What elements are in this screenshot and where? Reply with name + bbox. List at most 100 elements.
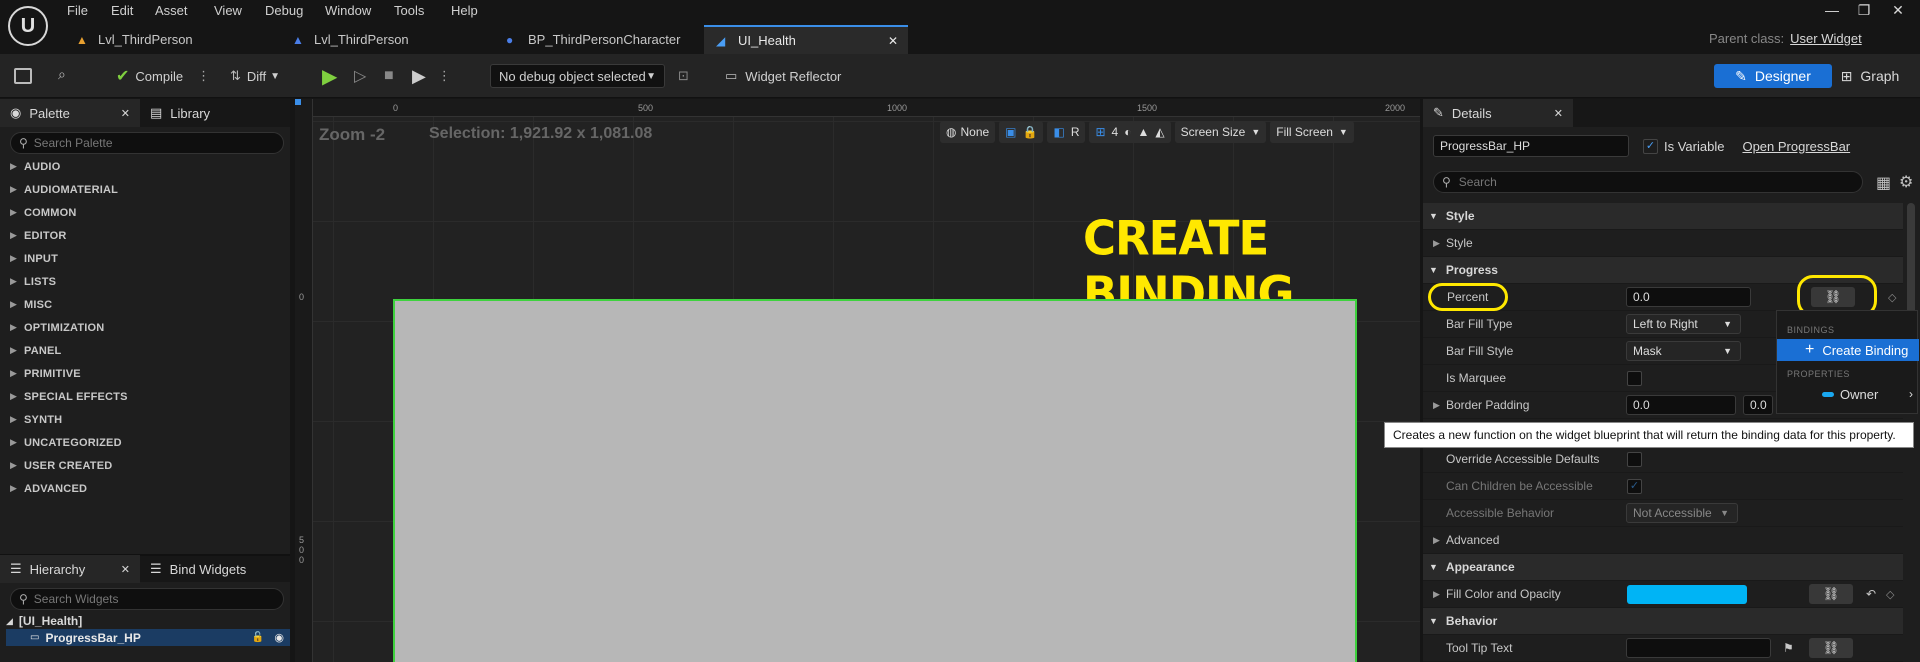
flag-icon[interactable]: ⚑ <box>1783 641 1794 655</box>
gear-icon[interactable]: ⚙ <box>1899 172 1913 192</box>
tab-ui-health[interactable]: ◢ UI_Health ✕ <box>704 25 908 54</box>
prop-advanced[interactable]: ▶ Advanced <box>1423 527 1903 554</box>
close-icon[interactable]: ✕ <box>1554 107 1563 120</box>
menu-debug[interactable]: Debug <box>265 3 303 21</box>
tab-details[interactable]: ✎ Details ✕ <box>1423 99 1573 127</box>
category-input[interactable]: ▶ INPUT <box>0 247 290 270</box>
menu-edit[interactable]: Edit <box>111 3 133 21</box>
palette-search-input[interactable]: ⚲ Search Palette <box>10 132 284 154</box>
category-lists[interactable]: ▶ LISTS <box>0 270 290 293</box>
progressbar-preview[interactable] <box>393 299 1357 662</box>
widget-reflector-button[interactable]: ▭ Widget Reflector <box>725 64 841 88</box>
tab-bind-widgets[interactable]: ☰ Bind Widgets <box>140 555 290 583</box>
override-accessible-checkbox[interactable] <box>1627 451 1642 467</box>
close-window-icon[interactable]: ✕ <box>1884 2 1912 22</box>
close-icon[interactable]: ✕ <box>121 563 130 576</box>
open-progressbar-link[interactable]: Open ProgressBar <box>1742 139 1850 154</box>
lock-icon[interactable]: 🔓 <box>252 632 264 643</box>
category-uncategorized[interactable]: ▶ UNCATEGORIZED <box>0 431 290 454</box>
category-misc[interactable]: ▶ MISC <box>0 293 290 316</box>
restore-icon[interactable]: ❐ <box>1850 2 1878 22</box>
close-icon[interactable]: ✕ <box>121 107 130 120</box>
category-audiomaterial[interactable]: ▶ AUDIOMATERIAL <box>0 178 290 201</box>
simulate-button[interactable]: ▶ ⋮ <box>412 64 451 88</box>
image-icon[interactable]: ▲ <box>1137 125 1149 139</box>
border-padding-y-input[interactable]: 0.0 <box>1743 395 1773 415</box>
parent-class-link[interactable]: User Widget <box>1790 31 1862 46</box>
compile-button[interactable]: ✔ Compile ⋮ <box>116 64 210 88</box>
designer-viewport[interactable]: 0 500 1000 1500 2000 0 5 0 0 Zoom -2 Sel… <box>295 99 1420 662</box>
bar-fill-style-select[interactable]: Mask ▼ <box>1626 341 1741 361</box>
more-options-icon[interactable]: ⋮ <box>197 68 210 84</box>
is-variable-checkbox[interactable]: ✓ <box>1643 138 1658 154</box>
diamond-icon[interactable]: ◇ <box>1888 291 1896 304</box>
reset-icon[interactable]: ↶ <box>1866 587 1876 601</box>
tab-library[interactable]: ▤ Library <box>140 99 280 127</box>
preview-icon[interactable]: ◐ <box>1124 125 1131 139</box>
border-padding-x-input[interactable]: 0.0 <box>1626 395 1736 415</box>
tool-tip-input[interactable] <box>1626 638 1771 658</box>
hierarchy-search-input[interactable]: ⚲ Search Widgets <box>10 588 284 610</box>
menu-help[interactable]: Help <box>451 3 478 21</box>
lock-icon[interactable]: 🔒 <box>1023 125 1038 139</box>
play-button[interactable]: ▶ <box>322 64 337 88</box>
grid-snap-value[interactable]: 4 <box>1112 125 1119 139</box>
diamond-icon[interactable]: ◇ <box>1886 588 1894 601</box>
table-view-icon[interactable]: ▦ <box>1876 173 1891 193</box>
eye-icon[interactable]: ◉ <box>274 631 284 644</box>
menu-file[interactable]: File <box>67 3 88 21</box>
tool-tip-bind-button[interactable]: ⛓ <box>1809 638 1853 658</box>
debug-filter-icon[interactable]: ⊡ <box>678 64 689 88</box>
category-audio[interactable]: ▶ AUDIO <box>0 155 290 178</box>
flip-layout-icon[interactable]: ◧ <box>1053 125 1064 139</box>
bar-fill-type-select[interactable]: Left to Right ▼ <box>1626 314 1741 334</box>
accessible-behavior-select[interactable]: Not Accessible ▼ <box>1626 503 1738 523</box>
category-optimization[interactable]: ▶ OPTIMIZATION <box>0 316 290 339</box>
tab-level-1[interactable]: ▲ Lvl_ThirdPerson <box>64 25 274 54</box>
section-behavior[interactable]: ▼ Behavior <box>1423 608 1903 635</box>
is-marquee-checkbox[interactable] <box>1627 370 1642 386</box>
category-panel[interactable]: ▶ PANEL <box>0 339 290 362</box>
close-icon[interactable]: ✕ <box>888 34 898 48</box>
screen-size-select[interactable]: Screen Size ▼ <box>1174 121 1267 143</box>
fill-color-bind-button[interactable]: ⛓ <box>1809 584 1853 604</box>
save-icon[interactable] <box>14 68 32 84</box>
tab-palette[interactable]: ◉ Palette ✕ <box>0 99 140 127</box>
section-appearance[interactable]: ▼ Appearance <box>1423 554 1903 581</box>
safe-zone-select[interactable]: ◍ None <box>940 121 996 143</box>
category-special-effects[interactable]: ▶ SPECIAL EFFECTS <box>0 385 290 408</box>
category-editor[interactable]: ▶ EDITOR <box>0 224 290 247</box>
unreal-logo-icon[interactable]: U <box>8 6 48 46</box>
tab-hierarchy[interactable]: ☰ Hierarchy ✕ <box>0 555 140 583</box>
create-binding-item[interactable]: + Create Binding <box>1777 339 1919 361</box>
can-children-checkbox[interactable]: ✓ <box>1627 478 1642 494</box>
menu-asset[interactable]: Asset <box>155 3 188 21</box>
tab-character-blueprint[interactable]: ● BP_ThirdPersonCharacter <box>494 25 704 54</box>
rtl-toggle[interactable]: R <box>1071 125 1080 139</box>
grid-icon[interactable]: ⊞ <box>1095 125 1105 139</box>
stop-button[interactable]: ■ <box>384 64 394 88</box>
designer-button[interactable]: ✎ Designer <box>1714 64 1832 88</box>
details-search-input[interactable]: ⚲ Search <box>1433 171 1863 193</box>
menu-view[interactable]: View <box>214 3 242 21</box>
fill-screen-select[interactable]: Fill Screen ▼ <box>1270 121 1354 143</box>
more-options-icon[interactable]: ⋮ <box>438 68 451 84</box>
diff-button[interactable]: ⇅ Diff ▼ <box>230 64 280 88</box>
fill-color-swatch[interactable] <box>1627 585 1747 604</box>
menu-window[interactable]: Window <box>325 3 371 21</box>
tab-level-2[interactable]: ▲ Lvl_ThirdPerson <box>280 25 490 54</box>
owner-item[interactable]: Owner › <box>1777 383 1919 405</box>
category-user-created[interactable]: ▶ USER CREATED <box>0 454 290 477</box>
browse-icon[interactable]: ⌕ <box>58 66 80 86</box>
widget-name-input[interactable]: ProgressBar_HP <box>1433 135 1629 157</box>
step-button[interactable]: ▷ <box>354 64 366 88</box>
ruler-icon[interactable]: ◭ <box>1155 125 1164 139</box>
prop-style[interactable]: ▶ Style <box>1423 230 1903 257</box>
graph-button[interactable]: ⊞ Graph <box>1830 64 1910 88</box>
category-advanced[interactable]: ▶ ADVANCED <box>0 477 290 500</box>
hierarchy-progressbar-item[interactable]: ▭ ProgressBar_HP 🔓 ◉ <box>6 629 290 646</box>
section-style[interactable]: ▼ Style <box>1423 203 1903 230</box>
menu-tools[interactable]: Tools <box>394 3 424 21</box>
minimize-icon[interactable]: — <box>1818 2 1846 22</box>
debug-object-select[interactable]: No debug object selected ▼ <box>490 64 665 88</box>
